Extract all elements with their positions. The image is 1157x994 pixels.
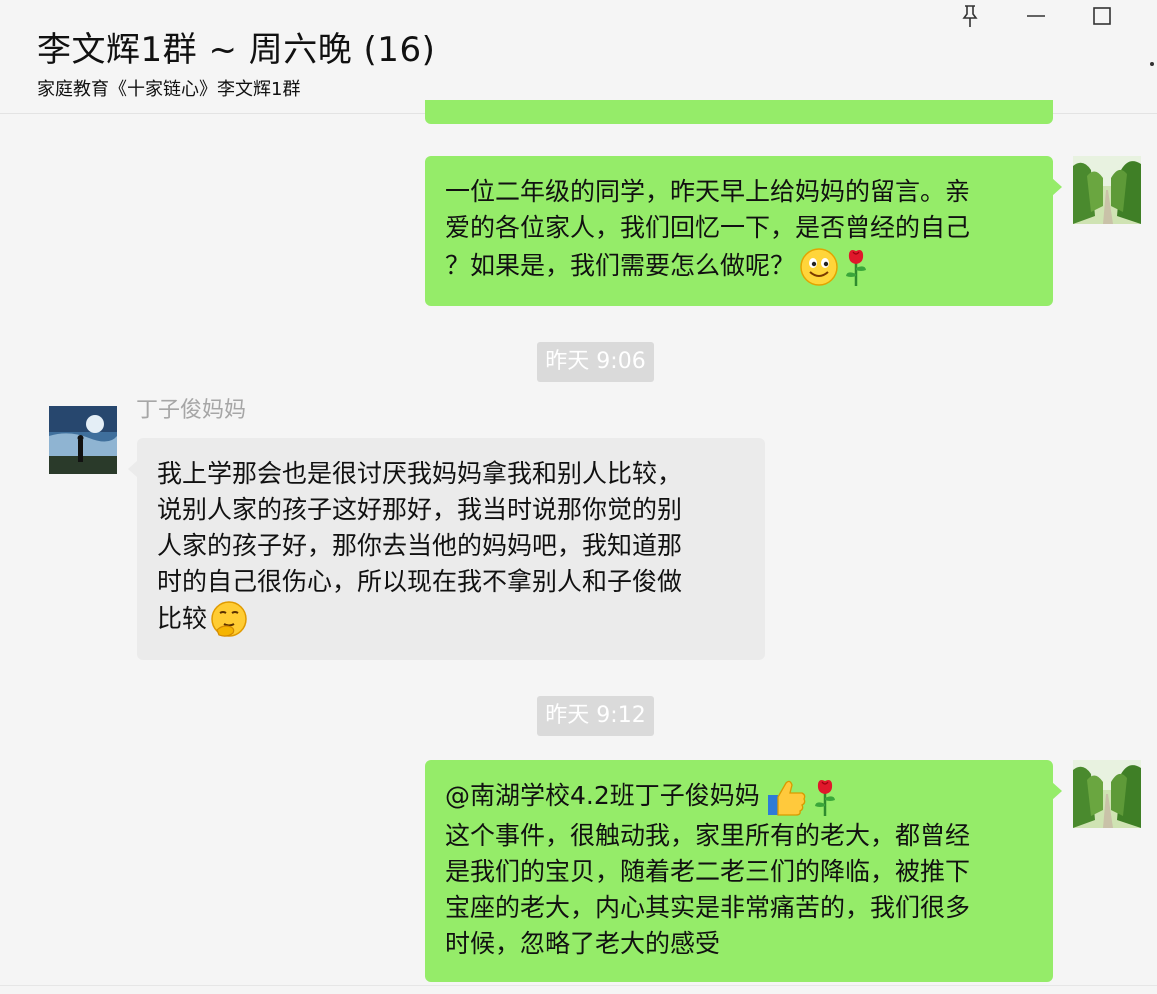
mention-link[interactable]: @南湖学校4.2班丁子俊妈妈: [445, 781, 760, 810]
pin-icon: [962, 5, 978, 27]
message-line: 时候，忽略了老大的感受: [445, 929, 721, 958]
message-line: 我上学那会也是很讨厌我妈妈拿我和别人比较，: [157, 459, 683, 488]
timestamp: 昨天 9:06: [537, 342, 654, 382]
previous-message-bubble[interactable]: [425, 100, 1053, 124]
message-line-text: 比较: [157, 604, 208, 633]
message-line-with-emoji: @南湖学校4.2班丁子俊妈妈: [445, 776, 1033, 818]
message-line: 一位二年级的同学，昨天早上给妈妈的留言。亲: [445, 177, 971, 206]
message-line-text: ？如果是，我们需要怎么做呢？: [445, 251, 796, 280]
maximize-icon: [1093, 7, 1111, 25]
message-line: 这个事件，很触动我，家里所有的老大，都曾经: [445, 821, 971, 850]
pin-button[interactable]: [953, 3, 987, 29]
message-bubble-outgoing[interactable]: @南湖学校4.2班丁子俊妈妈 这个事件，很触动我，家里所有的老大，都曾经 是我们…: [425, 760, 1062, 982]
sender-name: 丁子俊妈妈: [136, 398, 247, 423]
minimize-icon: [1027, 15, 1045, 17]
my-avatar[interactable]: [1073, 760, 1141, 828]
message-line-with-emoji: 比较: [157, 600, 745, 640]
message-line: 是我们的宝贝，随着老二老三们的降临，被推下: [445, 857, 971, 886]
thinking-emoji-icon: [211, 601, 247, 637]
chat-header: 李文辉1群 ~ 周六晚 (16) 家庭教育《十家链心》李文辉1群: [0, 0, 1157, 114]
message-line: 时的自己很伤心，所以现在我不拿别人和子俊做: [157, 567, 683, 596]
rose-icon: [814, 780, 835, 816]
timestamp: 昨天 9:12: [537, 696, 654, 736]
message-line-with-emoji: ？如果是，我们需要怎么做呢？: [445, 246, 1033, 288]
sender-avatar[interactable]: [49, 406, 117, 474]
message-line: 人家的孩子好，那你去当他的妈妈吧，我知道那: [157, 531, 683, 560]
rose-icon: [846, 250, 867, 286]
maximize-button[interactable]: [1085, 3, 1119, 29]
message-line: 爱的各位家人，我们回忆一下，是否曾经的自己: [445, 213, 971, 242]
chat-subtitle: 家庭教育《十家链心》李文辉1群: [37, 79, 301, 100]
message-line: 宝座的老大，内心其实是非常痛苦的，我们很多: [445, 893, 971, 922]
minimize-button[interactable]: [1019, 3, 1053, 29]
chat-title: 李文辉1群 ~ 周六晚 (16): [37, 30, 436, 70]
my-avatar[interactable]: [1073, 156, 1141, 224]
input-area-divider: [0, 985, 1157, 986]
message-bubble-outgoing[interactable]: 一位二年级的同学，昨天早上给妈妈的留言。亲 爱的各位家人，我们回忆一下，是否曾经…: [425, 156, 1062, 306]
thumbs-up-icon: [767, 780, 806, 816]
message-bubble-incoming[interactable]: 我上学那会也是很讨厌我妈妈拿我和别人比较， 说别人家的孩子这好那好，我当时说那你…: [128, 438, 765, 660]
message-line: 说别人家的孩子这好那好，我当时说那你觉的别: [157, 495, 683, 524]
smile-emoji-icon: [800, 248, 838, 286]
more-indicator: [1150, 62, 1154, 66]
